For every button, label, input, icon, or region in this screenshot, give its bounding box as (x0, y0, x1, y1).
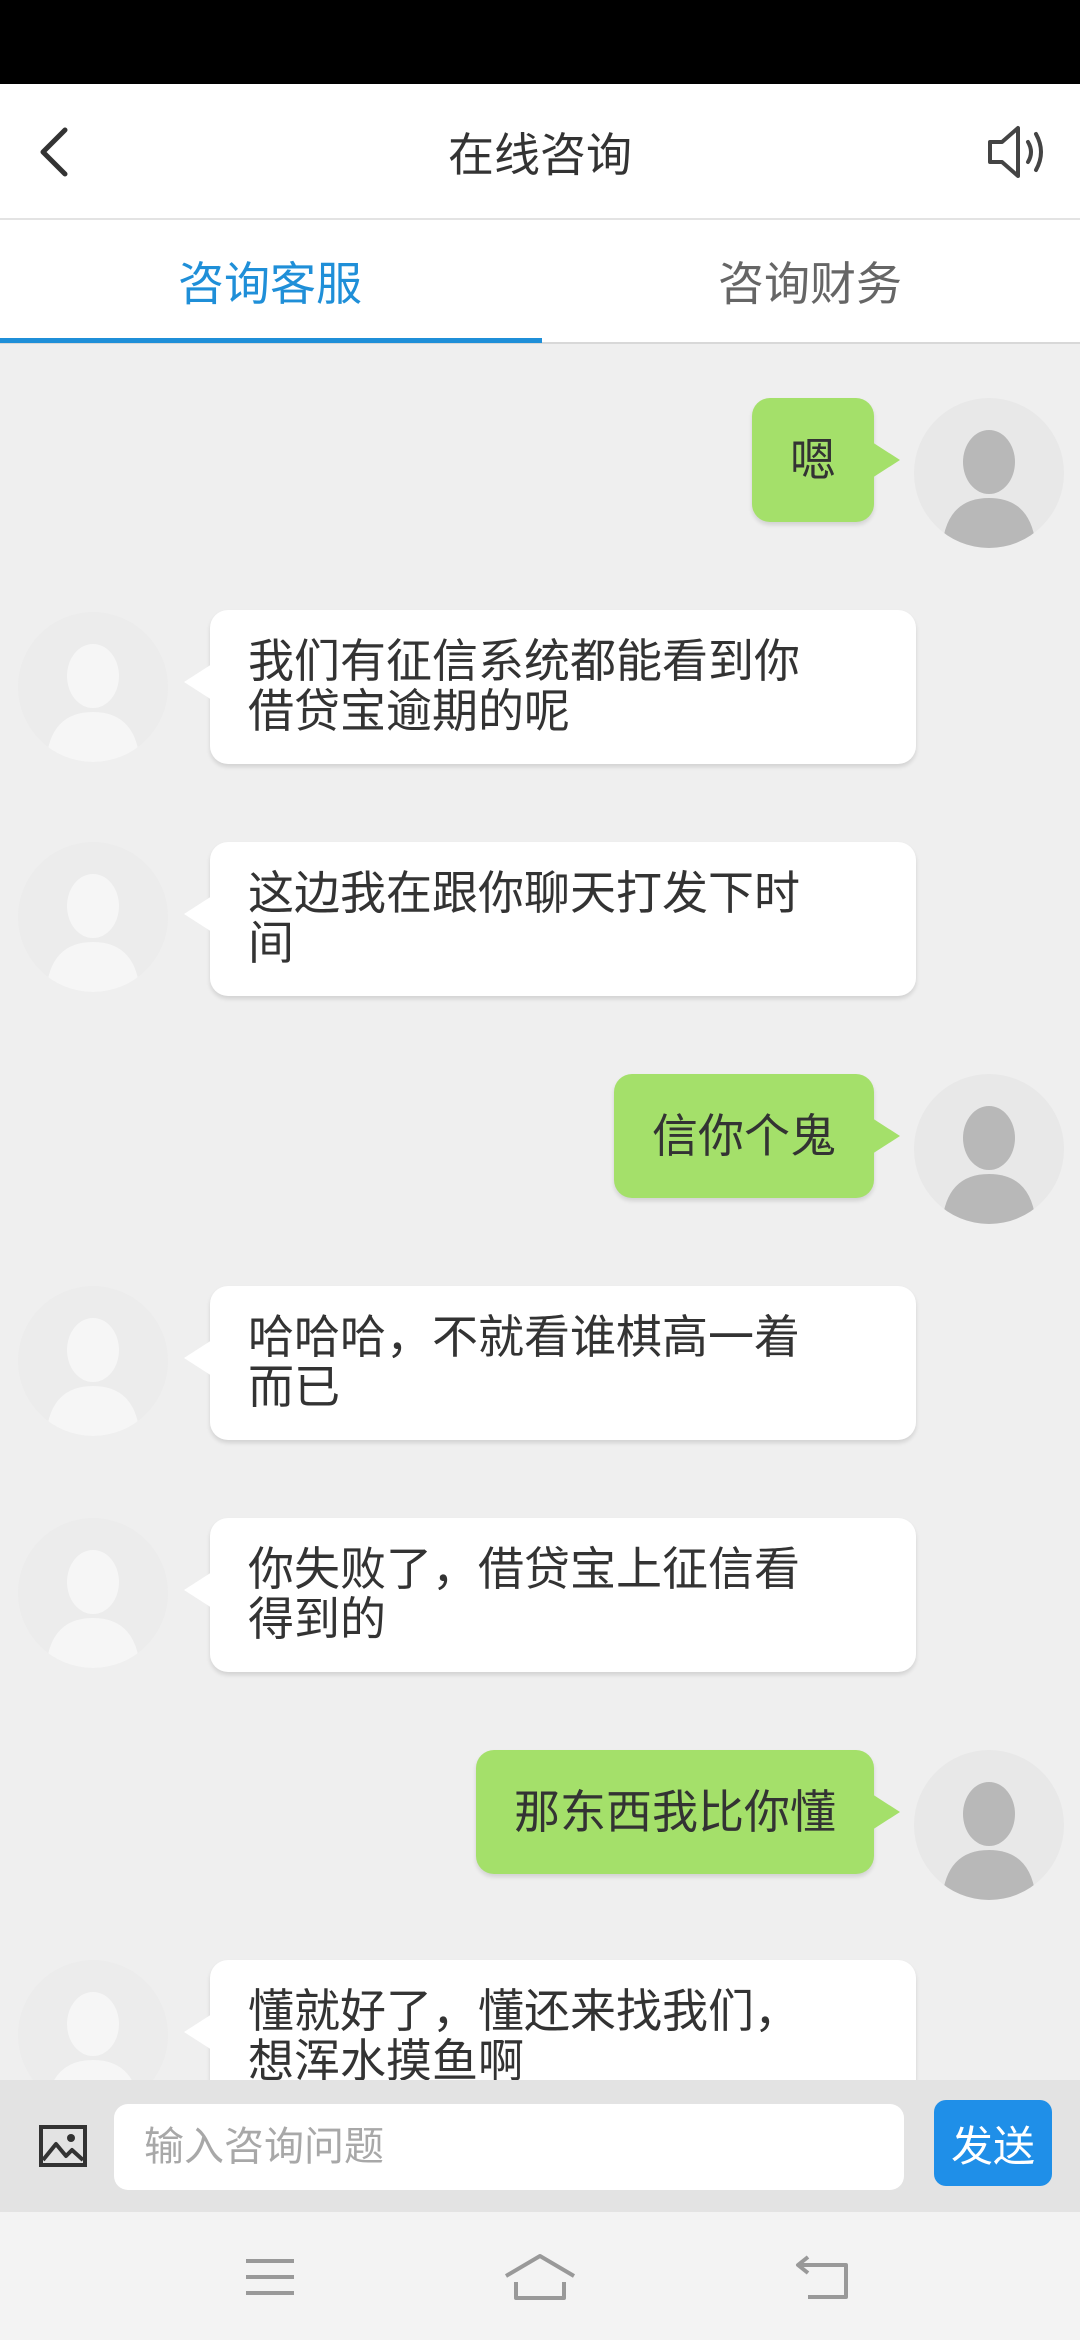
message-line: 我们有征信系统都能看到你 (248, 634, 800, 688)
user-avatar (914, 398, 1064, 548)
user-silhouette-icon (46, 1550, 140, 1668)
message-text: 那东西我比你懂 (514, 1785, 836, 1839)
agent-avatar (18, 612, 168, 762)
agent-avatar (18, 1286, 168, 1436)
attach-image-button[interactable] (30, 2116, 96, 2176)
user-silhouette-icon (46, 644, 140, 762)
home-icon (504, 2254, 576, 2300)
nav-home-button[interactable] (480, 2242, 600, 2312)
user-silhouette-icon (942, 1106, 1036, 1224)
incoming-message: 你失败了，借贷宝上征信看 得到的 (184, 1518, 916, 1672)
message-line: 想浑水摸鱼啊 (248, 2034, 524, 2080)
message-line: 得到的 (248, 1592, 386, 1646)
message-line: 借贷宝逾期的呢 (248, 684, 570, 738)
message-line: 间 (248, 916, 294, 970)
system-nav-bar (0, 2212, 1080, 2340)
nav-menu-button[interactable] (210, 2242, 330, 2312)
tab-finance[interactable]: 咨询财务 (540, 220, 1080, 342)
speaker-button[interactable] (978, 112, 1058, 192)
send-button[interactable]: 发送 (934, 2100, 1052, 2186)
message-line: 你失败了，借贷宝上征信看 (248, 1542, 800, 1596)
incoming-message: 这边我在跟你聊天打发下时 间 (184, 842, 916, 996)
tab-bar: 咨询客服 咨询财务 (0, 220, 1080, 344)
incoming-message: 懂就好了，懂还来找我们， 想浑水摸鱼啊 (184, 1960, 916, 2080)
user-silhouette-icon (46, 874, 140, 992)
message-line: 哈哈哈，不就看谁棋高一着 (248, 1310, 800, 1364)
outgoing-message: 嗯 (752, 398, 900, 522)
input-bar: 发送 (0, 2080, 1080, 2212)
incoming-message: 我们有征信系统都能看到你 借贷宝逾期的呢 (184, 610, 916, 764)
agent-avatar (18, 842, 168, 992)
message-text: 信你个鬼 (652, 1109, 836, 1163)
image-icon (39, 2125, 87, 2167)
user-silhouette-icon (54, 1992, 132, 2080)
user-silhouette-icon (942, 430, 1036, 548)
status-bar (0, 0, 1080, 84)
nav-back-button[interactable] (764, 2242, 884, 2312)
active-tab-indicator (0, 338, 542, 343)
back-arrow-icon (796, 2255, 848, 2299)
chat-area[interactable]: 嗯 我们有征信系统都能看到你 借贷宝逾期的呢 这边我在跟你聊天打发下时 间 信你… (0, 346, 1080, 2080)
speaker-icon (988, 126, 1043, 178)
header: 在线咨询 (0, 84, 1080, 220)
tab-customer-service[interactable]: 咨询客服 (0, 220, 540, 342)
message-text: 嗯 (790, 433, 836, 487)
message-line: 而已 (248, 1360, 340, 1414)
outgoing-message: 信你个鬼 (614, 1074, 900, 1198)
message-input[interactable] (114, 2104, 904, 2190)
user-avatar (914, 1750, 1064, 1900)
outgoing-message: 那东西我比你懂 (476, 1750, 900, 1874)
user-silhouette-icon (942, 1782, 1036, 1900)
agent-avatar (18, 1960, 168, 2080)
page-title: 在线咨询 (448, 128, 632, 182)
user-avatar (914, 1074, 1064, 1224)
menu-icon (246, 2259, 294, 2295)
incoming-message: 哈哈哈，不就看谁棋高一着 而已 (184, 1286, 916, 1440)
message-line: 这边我在跟你聊天打发下时 (248, 866, 800, 920)
agent-avatar (18, 1518, 168, 1668)
message-line: 懂就好了，懂还来找我们， (248, 1984, 800, 2038)
user-silhouette-icon (46, 1318, 140, 1436)
